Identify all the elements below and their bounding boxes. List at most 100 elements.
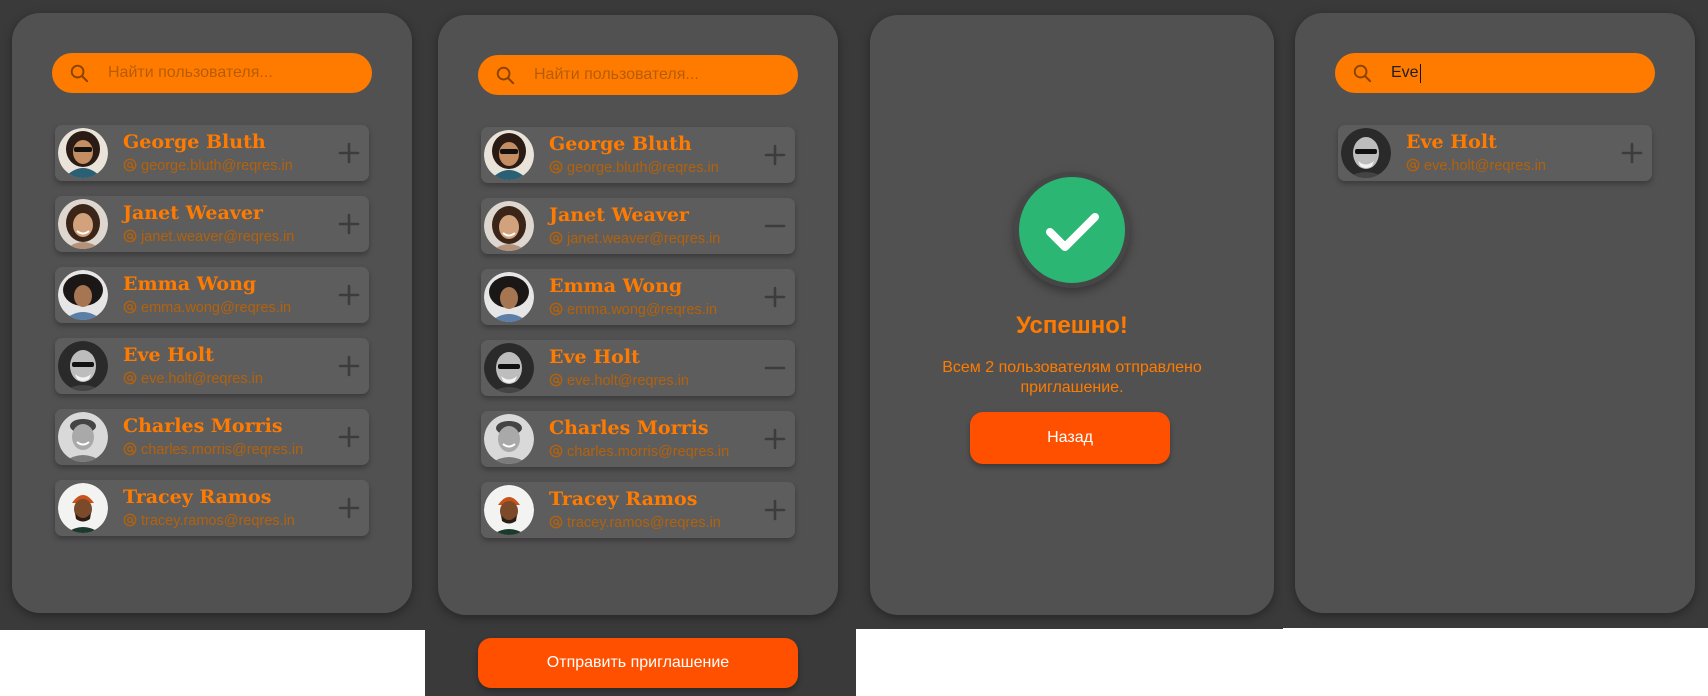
user-row[interactable]: Janet Weaver janet.weaver@reqres.in xyxy=(55,196,369,252)
user-row[interactable]: Charles Morris charles.morris@reqres.in xyxy=(481,411,795,467)
user-email: tracey.ramos@reqres.in xyxy=(123,513,295,529)
success-message: Всем 2 пользователям отправлено приглаше… xyxy=(942,359,1202,396)
user-email-text: janet.weaver@reqres.in xyxy=(567,231,721,247)
user-row[interactable]: George Bluth george.bluth@reqres.in xyxy=(481,127,795,183)
user-name: Tracey Ramos xyxy=(123,486,272,508)
user-row[interactable]: Emma Wong emma.wong@reqres.in xyxy=(55,267,369,323)
add-user-button[interactable] xyxy=(761,141,789,169)
at-sign-icon xyxy=(123,300,137,314)
plus-icon xyxy=(761,144,789,173)
user-email-text: tracey.ramos@reqres.in xyxy=(141,513,295,529)
avatar xyxy=(1341,128,1391,178)
users-card: Найти пользователя... George Bluth george… xyxy=(438,15,838,615)
user-email: eve.holt@reqres.in xyxy=(123,371,263,387)
user-email: eve.holt@reqres.in xyxy=(1406,158,1546,174)
avatar xyxy=(484,343,534,393)
minus-icon xyxy=(761,366,789,386)
plus-icon xyxy=(335,213,363,242)
user-row[interactable]: George Bluth george.bluth@reqres.in xyxy=(55,125,369,181)
user-row[interactable]: Eve Holt eve.holt@reqres.in xyxy=(1338,125,1652,181)
user-email: george.bluth@reqres.in xyxy=(123,158,293,174)
user-email-text: eve.holt@reqres.in xyxy=(141,371,263,387)
avatar xyxy=(484,201,534,251)
add-user-button[interactable] xyxy=(335,139,363,167)
at-sign-icon xyxy=(123,371,137,385)
user-row[interactable]: Janet Weaver janet.weaver@reqres.in xyxy=(481,198,795,254)
plus-icon xyxy=(761,286,789,315)
add-user-button[interactable] xyxy=(335,352,363,380)
user-row[interactable]: Eve Holt eve.holt@reqres.in xyxy=(481,340,795,396)
plus-icon xyxy=(335,142,363,171)
add-user-button[interactable] xyxy=(335,494,363,522)
search-bar[interactable]: Eve xyxy=(1335,53,1655,93)
user-row[interactable]: Eve Holt eve.holt@reqres.in xyxy=(55,338,369,394)
user-email: charles.morris@reqres.in xyxy=(123,442,303,458)
at-sign-icon xyxy=(549,373,563,387)
user-email-text: emma.wong@reqres.in xyxy=(141,300,292,316)
user-email: eve.holt@reqres.in xyxy=(549,373,689,389)
avatar xyxy=(58,270,108,320)
user-name: Charles Morris xyxy=(549,417,709,439)
search-icon xyxy=(70,64,89,83)
plus-icon xyxy=(335,284,363,313)
back-button[interactable]: Назад xyxy=(970,412,1170,464)
user-row[interactable]: Charles Morris charles.morris@reqres.in xyxy=(55,409,369,465)
avatar xyxy=(58,199,108,249)
avatar xyxy=(58,341,108,391)
user-email-text: eve.holt@reqres.in xyxy=(1424,158,1546,174)
avatar xyxy=(484,414,534,464)
user-name: George Bluth xyxy=(549,133,692,155)
user-email-text: eve.holt@reqres.in xyxy=(567,373,689,389)
plus-icon xyxy=(1618,142,1646,171)
add-user-button[interactable] xyxy=(335,281,363,309)
plus-icon xyxy=(761,428,789,457)
user-name: Emma Wong xyxy=(549,275,683,297)
user-name: Janet Weaver xyxy=(123,202,263,224)
user-email: emma.wong@reqres.in xyxy=(123,300,291,316)
add-user-button[interactable] xyxy=(335,423,363,451)
user-email-text: charles.morris@reqres.in xyxy=(141,442,304,458)
add-user-button[interactable] xyxy=(1618,139,1646,167)
at-sign-icon xyxy=(123,158,137,172)
plus-icon xyxy=(761,499,789,528)
user-email-text: george.bluth@reqres.in xyxy=(141,158,293,174)
at-sign-icon xyxy=(549,302,563,316)
screen-user-list: Найти пользователя... George Bluth george… xyxy=(0,0,425,630)
screen-user-selection: Найти пользователя... George Bluth george… xyxy=(425,0,856,696)
success-title: Успешно! xyxy=(1016,312,1128,339)
user-email: emma.wong@reqres.in xyxy=(549,302,717,318)
search-icon xyxy=(496,66,515,85)
users-card: Eve Eve Holt eve.holt@reqres.in xyxy=(1295,13,1695,613)
avatar xyxy=(484,272,534,322)
user-name: Eve Holt xyxy=(123,344,214,366)
minus-icon xyxy=(761,224,789,244)
user-row[interactable]: Tracey Ramos tracey.ramos@reqres.in xyxy=(481,482,795,538)
send-invite-button[interactable]: Отправить приглашение xyxy=(478,638,798,688)
user-email-text: janet.weaver@reqres.in xyxy=(141,229,295,245)
user-row[interactable]: Emma Wong emma.wong@reqres.in xyxy=(481,269,795,325)
remove-user-button[interactable] xyxy=(761,354,789,382)
user-email-text: charles.morris@reqres.in xyxy=(567,444,730,460)
add-user-button[interactable] xyxy=(761,425,789,453)
add-user-button[interactable] xyxy=(335,210,363,238)
user-row[interactable]: Tracey Ramos tracey.ramos@reqres.in xyxy=(55,480,369,536)
user-email: george.bluth@reqres.in xyxy=(549,160,719,176)
user-email-text: george.bluth@reqres.in xyxy=(567,160,719,176)
users-card: Найти пользователя... George Bluth george… xyxy=(12,13,412,613)
search-input[interactable]: Eve xyxy=(1391,64,1419,82)
search-bar[interactable]: Найти пользователя... xyxy=(52,53,372,93)
at-sign-icon xyxy=(123,513,137,527)
user-name: Eve Holt xyxy=(1406,131,1497,153)
text-caret xyxy=(1419,63,1421,83)
add-user-button[interactable] xyxy=(761,283,789,311)
remove-user-button[interactable] xyxy=(761,212,789,240)
user-name: George Bluth xyxy=(123,131,266,153)
add-user-button[interactable] xyxy=(761,496,789,524)
user-name: Eve Holt xyxy=(549,346,640,368)
user-email: charles.morris@reqres.in xyxy=(549,444,729,460)
search-bar[interactable]: Найти пользователя... xyxy=(478,55,798,95)
at-sign-icon xyxy=(549,515,563,529)
plus-icon xyxy=(335,426,363,455)
user-name: Emma Wong xyxy=(123,273,257,295)
at-sign-icon xyxy=(549,231,563,245)
